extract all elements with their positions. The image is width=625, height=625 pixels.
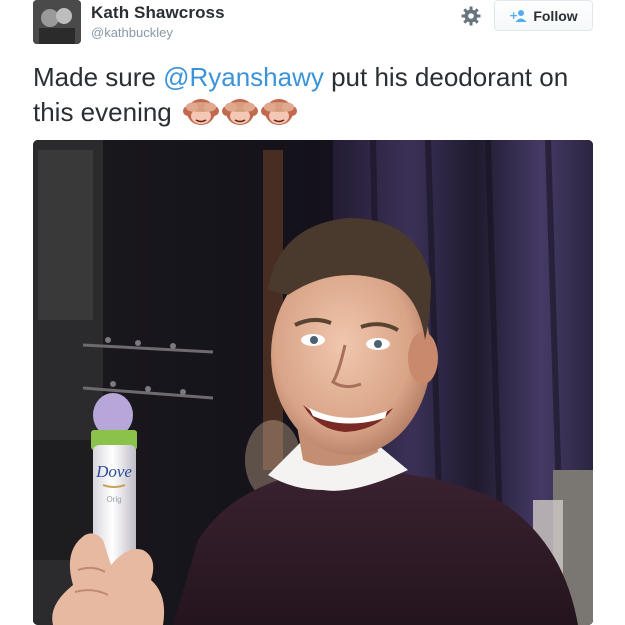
follow-label: Follow (533, 7, 578, 24)
author-name[interactable]: Kath Shawcross (91, 3, 225, 23)
gear-icon[interactable] (460, 5, 482, 27)
add-user-icon: + (509, 9, 527, 23)
see-no-evil-monkey-icon (222, 96, 258, 126)
see-no-evil-monkey-icon (183, 96, 219, 126)
author-avatar[interactable] (33, 0, 81, 44)
tweet-photo[interactable]: Dove Orig (33, 140, 593, 625)
mention-link[interactable]: @Ryanshawy (163, 62, 324, 92)
product-brand: Dove (95, 462, 132, 481)
see-no-evil-monkey-icon (261, 96, 297, 126)
tweet: Kath Shawcross @kathbuckley + Follow Mad… (0, 0, 625, 625)
follow-button[interactable]: + Follow (494, 0, 593, 31)
emoji-group (183, 96, 297, 126)
tweet-text-before: Made sure (33, 62, 164, 92)
author-handle[interactable]: @kathbuckley (91, 25, 173, 40)
product-variant: Orig (106, 495, 121, 504)
tweet-text: Made sure @Ryanshawy put his deodorant o… (33, 60, 603, 130)
svg-text:+: + (509, 9, 518, 22)
